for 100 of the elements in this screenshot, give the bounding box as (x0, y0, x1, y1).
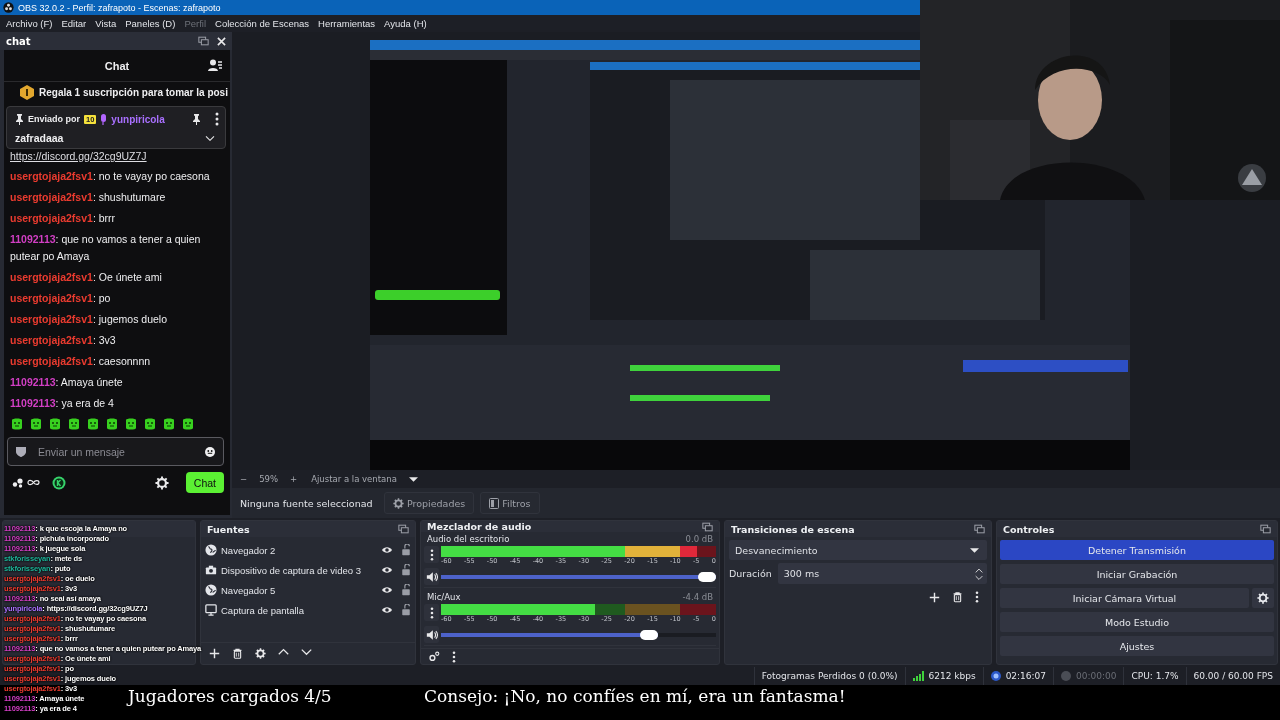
chat-message: usergtojaja2fsv1: po (10, 290, 112, 306)
volume-reading: 0.0 dB (685, 534, 713, 547)
menu-item[interactable]: Herramientas (318, 18, 376, 29)
eye-icon[interactable] (381, 565, 393, 575)
channel-menu-button[interactable] (424, 604, 439, 622)
more-icon (429, 606, 434, 619)
properties-button[interactable]: Propiedades (384, 492, 475, 514)
source-item[interactable]: Navegador 5 (202, 580, 414, 600)
emote-icon[interactable] (124, 417, 138, 431)
menu-item[interactable]: Editar (61, 18, 87, 29)
menu-item[interactable]: Vista (95, 18, 117, 29)
volume-reading: -4.4 dB (682, 592, 713, 605)
transition-dropdown[interactable]: Desvanecimiento (729, 540, 987, 560)
gear-icon (1257, 592, 1269, 604)
eye-icon[interactable] (381, 585, 393, 595)
float-icon[interactable] (398, 524, 409, 534)
step-up-icon[interactable] (975, 567, 983, 573)
emote-icon[interactable] (48, 417, 62, 431)
settings-button[interactable] (1252, 588, 1274, 608)
menu-item[interactable]: Ayuda (H) (384, 18, 427, 29)
chat-button[interactable]: Chat (185, 472, 224, 493)
chat-message: usergtojaja2fsv1: jugemos duelo (10, 311, 168, 327)
more-icon[interactable] (975, 591, 979, 603)
chat-message: usergtojaja2fsv1: caesonnnn (10, 353, 152, 369)
eye-icon[interactable] (381, 605, 393, 615)
float-icon[interactable] (974, 524, 985, 534)
message-field[interactable]: Enviar un mensaje (7, 437, 224, 466)
menu-item[interactable]: Colección de Escenas (215, 18, 310, 29)
chat-link[interactable]: https://discord.gg/32cg9UZ7J (10, 150, 230, 162)
unlocked-icon[interactable] (401, 584, 411, 596)
dock-title: chat (6, 35, 31, 47)
trash-icon[interactable] (952, 591, 963, 603)
emote-icon[interactable] (105, 417, 119, 431)
emote-icon[interactable] (86, 417, 100, 431)
close-icon[interactable] (217, 36, 226, 46)
float-icon[interactable] (702, 521, 713, 532)
emote-icon[interactable] (29, 417, 43, 431)
control-button[interactable]: Iniciar Grabación (1000, 564, 1274, 584)
volume-slider[interactable] (441, 574, 716, 579)
more-icon (429, 548, 434, 561)
filters-button[interactable]: Filtros (480, 492, 540, 514)
menu-item[interactable]: Archivo (F) (6, 18, 53, 29)
chevron-down-icon[interactable] (205, 135, 215, 141)
control-button[interactable]: Modo Estudio (1000, 612, 1274, 632)
control-button[interactable]: Ajustes (1000, 636, 1274, 656)
emote-icon[interactable] (181, 417, 195, 431)
source-item[interactable]: Captura de pantalla (202, 600, 414, 620)
control-button[interactable]: Iniciar Cámara Virtual (1000, 588, 1249, 608)
channel-badge-icon[interactable] (52, 475, 66, 490)
trash-icon[interactable] (232, 648, 243, 659)
eye-icon[interactable] (381, 545, 393, 555)
status-text: Fotogramas Perdidos 0 (0.0%) (761, 671, 898, 681)
users-icon[interactable] (208, 59, 222, 72)
duration-label: Duración (729, 568, 772, 579)
emote-icon[interactable] (10, 417, 24, 431)
username: yunpiricola (111, 113, 165, 125)
duration-field[interactable]: 300 ms (777, 563, 987, 584)
more-icon[interactable] (215, 112, 219, 126)
smiley-icon[interactable] (205, 446, 215, 457)
slider-thumb[interactable] (698, 571, 716, 582)
channel-menu-button[interactable] (424, 546, 439, 564)
fit-dropdown[interactable]: Ajustar a la ventana (311, 474, 397, 484)
caret-icon[interactable] (408, 476, 418, 482)
float-icon[interactable] (1260, 524, 1271, 534)
add-icon[interactable] (209, 648, 220, 659)
menu-item[interactable]: Paneles (D) (125, 18, 176, 29)
app-logo-icon (3, 2, 14, 13)
pin-icon[interactable] (192, 113, 201, 125)
control-button[interactable]: Detener Transmisión (1000, 540, 1274, 560)
unlocked-icon[interactable] (401, 564, 411, 576)
unlocked-icon[interactable] (401, 544, 411, 556)
chat-message: usergtojaja2fsv1: 3v3 (10, 332, 117, 348)
emote-icon[interactable] (67, 417, 81, 431)
mute-button[interactable] (424, 568, 439, 586)
step-down-icon[interactable] (975, 574, 983, 580)
points-icon[interactable] (12, 477, 24, 488)
channel-name: Mic/Aux (427, 592, 461, 605)
settings-icon[interactable] (255, 648, 266, 659)
source-item[interactable]: Dispositivo de captura de video 3 (202, 560, 414, 580)
emote-icon[interactable] (143, 417, 157, 431)
volume-slider[interactable] (441, 632, 716, 637)
settings-icon[interactable] (154, 475, 169, 490)
message-input[interactable]: Enviar un mensaje (36, 444, 195, 459)
dock-title: Transiciones de escena (731, 523, 855, 535)
source-item[interactable]: Navegador 2 (202, 540, 414, 560)
status-text: 6212 kbps (928, 671, 976, 681)
shield-icon (16, 446, 26, 457)
emote-icon[interactable] (162, 417, 176, 431)
globe-icon (205, 544, 217, 556)
zoom-in-button[interactable]: + (290, 474, 298, 484)
mute-button[interactable] (424, 626, 439, 644)
unlocked-icon[interactable] (401, 604, 411, 616)
chat-message: usergtojaja2fsv1: Oe únete ami (10, 269, 163, 285)
infinity-icon[interactable] (27, 479, 40, 486)
zoom-out-button[interactable]: − (240, 474, 248, 484)
float-icon[interactable] (198, 36, 209, 46)
slider-thumb[interactable] (640, 629, 659, 640)
gears-icon[interactable] (429, 651, 440, 663)
more-icon[interactable] (452, 650, 456, 663)
add-icon[interactable] (929, 591, 940, 603)
